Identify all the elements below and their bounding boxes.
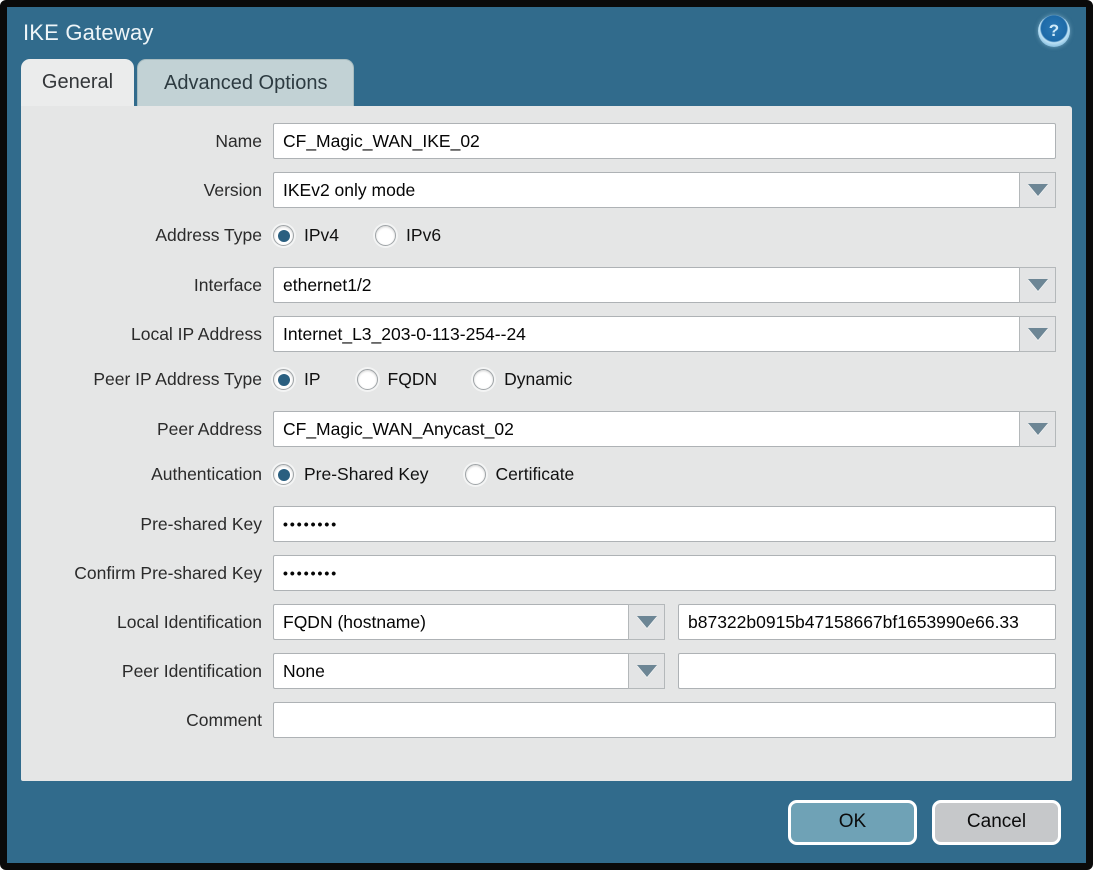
radio-button-icon <box>273 369 294 390</box>
interface-label: Interface <box>21 275 273 296</box>
local-identification-type-dropdown <box>273 604 665 640</box>
pre-shared-key-input[interactable] <box>273 506 1056 542</box>
radio-ip[interactable]: IP <box>273 369 321 390</box>
chevron-down-icon <box>637 616 657 628</box>
local-ip-address-input[interactable] <box>273 316 1019 352</box>
address-type-label: Address Type <box>21 225 273 246</box>
ike-gateway-dialog: IKE Gateway ? General Advanced Options N… <box>0 0 1093 870</box>
local-identification-type-input[interactable] <box>273 604 628 640</box>
local-identification-label: Local Identification <box>21 612 273 633</box>
version-row: Version <box>21 172 1056 208</box>
radio-fqdn[interactable]: FQDN <box>357 369 438 390</box>
radio-ipv4[interactable]: IPv4 <box>273 225 339 246</box>
authentication-radio-group: Pre-Shared Key Certificate <box>273 464 610 485</box>
chevron-down-icon <box>1028 279 1048 291</box>
tab-advanced-options[interactable]: Advanced Options <box>137 59 354 106</box>
radio-button-icon <box>273 225 294 246</box>
chevron-down-icon <box>1028 184 1048 196</box>
local-identification-row: Local Identification <box>21 604 1056 640</box>
help-icon[interactable]: ? <box>1038 15 1070 47</box>
pre-shared-key-row: Pre-shared Key <box>21 506 1056 542</box>
peer-address-input[interactable] <box>273 411 1019 447</box>
comment-input[interactable] <box>273 702 1056 738</box>
tab-general[interactable]: General <box>21 59 134 106</box>
pre-shared-key-label: Pre-shared Key <box>21 514 273 535</box>
peer-identification-type-dropdown <box>273 653 665 689</box>
radio-certificate[interactable]: Certificate <box>465 464 575 485</box>
radio-button-icon <box>273 464 294 485</box>
peer-identification-label: Peer Identification <box>21 661 273 682</box>
peer-address-dropdown <box>273 411 1056 447</box>
radio-button-icon <box>473 369 494 390</box>
authentication-label: Authentication <box>21 464 273 485</box>
peer-address-row: Peer Address <box>21 411 1056 447</box>
local-identification-value-input[interactable] <box>678 604 1056 640</box>
comment-row: Comment <box>21 702 1056 738</box>
name-label: Name <box>21 131 273 152</box>
authentication-row: Authentication Pre-Shared Key Certificat… <box>21 460 1056 489</box>
peer-identification-value-input[interactable] <box>678 653 1056 689</box>
radio-button-icon <box>375 225 396 246</box>
peer-identification-type-input[interactable] <box>273 653 628 689</box>
interface-dropdown <box>273 267 1056 303</box>
interface-input[interactable] <box>273 267 1019 303</box>
chevron-down-icon <box>637 665 657 677</box>
dialog-footer: OK Cancel <box>7 781 1086 863</box>
version-dropdown <box>273 172 1056 208</box>
radio-ipv6[interactable]: IPv6 <box>375 225 441 246</box>
peer-address-dropdown-button[interactable] <box>1019 411 1056 447</box>
peer-address-label: Peer Address <box>21 419 273 440</box>
peer-identification-dropdown-button[interactable] <box>628 653 665 689</box>
local-ip-address-label: Local IP Address <box>21 324 273 345</box>
cancel-button[interactable]: Cancel <box>932 800 1061 845</box>
radio-pre-shared-key[interactable]: Pre-Shared Key <box>273 464 429 485</box>
chevron-down-icon <box>1028 328 1048 340</box>
version-dropdown-button[interactable] <box>1019 172 1056 208</box>
confirm-pre-shared-key-label: Confirm Pre-shared Key <box>21 563 273 584</box>
peer-ip-address-type-label: Peer IP Address Type <box>21 369 273 390</box>
radio-button-icon <box>357 369 378 390</box>
local-ip-address-dropdown-button[interactable] <box>1019 316 1056 352</box>
local-identification-dropdown-button[interactable] <box>628 604 665 640</box>
comment-label: Comment <box>21 710 273 731</box>
interface-dropdown-button[interactable] <box>1019 267 1056 303</box>
name-input[interactable] <box>273 123 1056 159</box>
tab-bar: General Advanced Options <box>7 59 1086 106</box>
peer-ip-address-type-radio-group: IP FQDN Dynamic <box>273 369 608 390</box>
dialog-title: IKE Gateway <box>23 20 154 46</box>
local-ip-address-dropdown <box>273 316 1056 352</box>
ok-button[interactable]: OK <box>788 800 917 845</box>
address-type-radio-group: IPv4 IPv6 <box>273 225 477 246</box>
version-label: Version <box>21 180 273 201</box>
general-tab-panel: Name Version Address Type <box>21 106 1072 781</box>
address-type-row: Address Type IPv4 IPv6 <box>21 221 1056 250</box>
peer-ip-address-type-row: Peer IP Address Type IP FQDN Dynamic <box>21 365 1056 394</box>
confirm-pre-shared-key-row: Confirm Pre-shared Key <box>21 555 1056 591</box>
interface-row: Interface <box>21 267 1056 303</box>
confirm-pre-shared-key-input[interactable] <box>273 555 1056 591</box>
chevron-down-icon <box>1028 423 1048 435</box>
radio-button-icon <box>465 464 486 485</box>
peer-identification-row: Peer Identification <box>21 653 1056 689</box>
version-input[interactable] <box>273 172 1019 208</box>
titlebar: IKE Gateway ? <box>7 7 1086 59</box>
local-ip-address-row: Local IP Address <box>21 316 1056 352</box>
radio-dynamic[interactable]: Dynamic <box>473 369 572 390</box>
name-row: Name <box>21 123 1056 159</box>
